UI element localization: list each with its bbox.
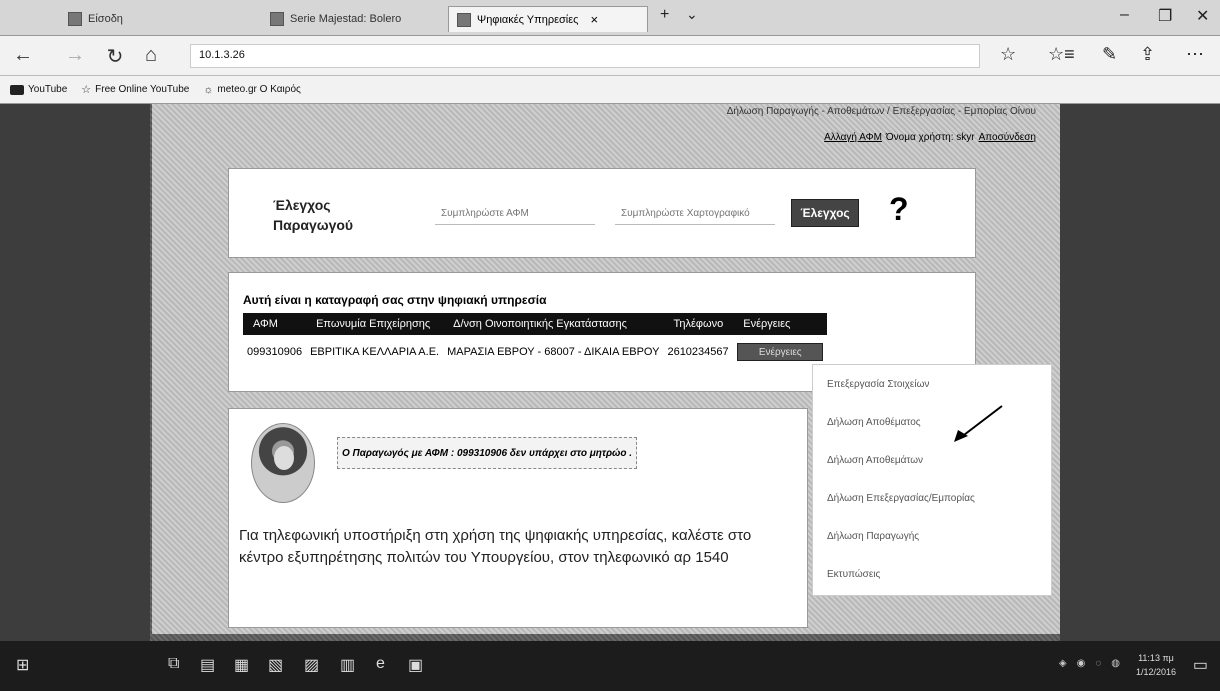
tab-serie-majestad[interactable]: Serie Majestad: Bolero (262, 6, 442, 32)
username-label: Όνομα χρήστη: skyr (885, 132, 975, 143)
column-header: Τηλέφωνο (663, 313, 734, 335)
more-icon[interactable]: ⋯ (1186, 44, 1204, 65)
tab-menu-chevron-icon[interactable]: ⌄ (686, 6, 698, 23)
forward-button[interactable]: → (62, 44, 88, 67)
actions-dropdown-menu: Επεξεργασία Στοιχείων Δήλωση Αποθέματος … (812, 364, 1052, 596)
user-bar: Αλλαγή ΑΦΜ Όνομα χρήστη: skyr Αποσύνδεση (824, 132, 1036, 143)
menu-item-stocks-declaration[interactable]: Δήλωση Αποθεμάτων (813, 441, 1051, 479)
favorite-page-icon: ☼ (203, 83, 214, 96)
favorite-page-icon: ☆ (81, 84, 92, 96)
registry-title: Αυτή είναι η καταγραφή σας στην ψηφιακή … (243, 293, 547, 307)
new-tab-button[interactable]: + (660, 6, 669, 24)
favorite-meteo[interactable]: ☼ meteo.gr Ο Καιρός (203, 84, 301, 96)
start-windows-icon[interactable]: ⊞ (16, 655, 29, 675)
home-button[interactable]: ⌂ (138, 44, 164, 67)
tab-favicon-icon (68, 12, 82, 26)
maximize-button[interactable]: ❐ (1158, 6, 1172, 26)
close-window-button[interactable]: ✕ (1196, 6, 1209, 26)
page-viewport: Δήλωση Παραγωγής - Αποθεμάτων / Επεξεργα… (0, 104, 1220, 641)
favorite-label: YouTube (28, 84, 68, 95)
taskbar-clock[interactable]: 11:13 πμ 1/12/2016 (1136, 651, 1176, 679)
calculator-icon[interactable]: ▥ (340, 655, 355, 675)
cell-afm: 099310906 (247, 346, 303, 358)
producer-check-title: Έλεγχος Παραγωγού (273, 197, 354, 233)
browser-tabstrip: Είσοδη Serie Majestad: Bolero Ψηφιακές Υ… (0, 0, 1220, 36)
volume-icon[interactable]: ◉ (1077, 658, 1086, 669)
cartographic-code-input[interactable] (615, 203, 775, 225)
tab-favicon-icon (270, 12, 284, 26)
top-menu-link[interactable]: Δήλωση Παραγωγής - Αποθεμάτων / Επεξεργα… (727, 106, 1036, 117)
notes-pen-icon[interactable]: ✎ (1102, 44, 1117, 65)
tab-favicon-icon (457, 12, 471, 27)
table-row: 099310906 ΕΒΡΙΤΙΚΑ ΚΕΛΛΑΡΙΑ Α.Ε. ΜΑΡΑΣΙΑ… (243, 335, 827, 369)
tray-app-icon[interactable]: ◍ (1111, 658, 1120, 669)
task-view-icon[interactable]: ⧉ (168, 655, 179, 673)
tab-close-icon[interactable]: × (590, 12, 598, 27)
favorite-star-icon[interactable]: ☆ (1000, 44, 1016, 65)
app-icon[interactable]: ▦ (234, 655, 249, 675)
column-header: Ενέργειες (733, 313, 828, 335)
page-right-margin (1060, 104, 1220, 641)
system-tray: ◈ ◉ ◌ ◍ (1059, 658, 1120, 669)
support-agent-avatar (251, 423, 315, 503)
page-content: Δήλωση Παραγωγής - Αποθεμάτων / Επεξεργα… (152, 104, 1060, 634)
action-center-icon[interactable]: ▭ (1193, 655, 1208, 675)
column-header: Επωνυμία Επιχείρησης (306, 313, 444, 335)
change-afm-link[interactable]: Αλλαγή ΑΦΜ (824, 132, 882, 143)
actions-dropdown-button[interactable]: Ενέργειες (737, 343, 824, 361)
producer-check-panel: Έλεγχος Παραγωγού Έλεγχος ? (228, 168, 976, 258)
windows-taskbar: ⊞ ⧉ ▤ ▦ ▧ ▨ ▥ e ▣ ◈ ◉ ◌ ◍ 11:13 πμ 1/12/… (0, 641, 1220, 691)
menu-item-edit-details[interactable]: Επεξεργασία Στοιχείων (813, 365, 1051, 403)
page-left-margin (0, 104, 150, 641)
favorite-label: Free Online YouTube (95, 84, 190, 95)
help-question-icon[interactable]: ? (889, 191, 909, 228)
support-info-text: Για τηλεφωνική υποστήριξη στη χρήση της … (239, 527, 752, 566)
menu-item-stock-declaration[interactable]: Δήλωση Αποθέματος (813, 403, 1051, 441)
favorites-bar: YouTube ☆ Free Online YouTube ☼ meteo.gr… (0, 76, 1220, 104)
file-explorer-icon[interactable]: ▤ (200, 655, 215, 675)
menu-item-prints[interactable]: Εκτυπώσεις (813, 555, 1051, 593)
table-header-row: ΑΦΜ Επωνυμία Επιχείρησης Δ/νση Οινοποιητ… (243, 313, 828, 335)
favorite-label: meteo.gr Ο Καιρός (217, 84, 301, 95)
clock-time: 11:13 πμ (1138, 653, 1174, 663)
info-panel: Ο Παραγωγός με ΑΦΜ : 099310906 δεν υπάρχ… (228, 408, 808, 628)
youtube-icon (10, 84, 24, 95)
menu-item-processing-declaration[interactable]: Δήλωση Επεξεργασίας/Εμπορίας (813, 479, 1051, 517)
address-bar: ← → ↻ ⌂ 10.1.3.26 ☆ ☆≡ ✎ ⇪ ⋯ (0, 36, 1220, 76)
app-icon[interactable]: ▧ (268, 655, 283, 675)
url-input[interactable]: 10.1.3.26 (190, 44, 980, 68)
menu-item-production-declaration[interactable]: Δήλωση Παραγωγής (813, 517, 1051, 555)
edge-browser-icon[interactable]: e (376, 655, 385, 673)
avatar-face (274, 446, 294, 470)
producer-not-found-message: Ο Παραγωγός με ΑΦΜ : 099310906 δεν υπάρχ… (337, 437, 637, 469)
clock-date: 1/12/2016 (1135, 667, 1176, 677)
refresh-button[interactable]: ↻ (102, 44, 128, 69)
cell-address: ΜΑΡΑΣΙΑ ΕΒΡΟΥ - 68007 - ΔΙΚΑΙΑ ΕΒΡΟΥ (447, 346, 660, 358)
tab-label: Serie Majestad: Bolero (290, 13, 402, 25)
registry-table: ΑΦΜ Επωνυμία Επιχείρησης Δ/νση Οινοποιητ… (243, 313, 828, 369)
app-icon[interactable]: ▨ (304, 655, 319, 675)
favorite-youtube[interactable]: YouTube (10, 84, 67, 95)
cell-company-name: ΕΒΡΙΤΙΚΑ ΚΕΛΛΑΡΙΑ Α.Ε. (310, 346, 440, 358)
check-button[interactable]: Έλεγχος (791, 199, 859, 227)
minimize-button[interactable]: – (1120, 6, 1129, 24)
network-icon[interactable]: ◈ (1059, 658, 1067, 669)
favorites-hub-icon[interactable]: ☆≡ (1048, 44, 1075, 65)
column-header: ΑΦΜ (243, 313, 307, 335)
column-header: Δ/νση Οινοποιητικής Εγκατάστασης (443, 313, 664, 335)
tab-eisodi[interactable]: Είσοδη (60, 6, 210, 32)
tab-label: Είσοδη (88, 13, 123, 25)
back-button[interactable]: ← (10, 44, 36, 67)
logout-link[interactable]: Αποσύνδεση (979, 132, 1036, 143)
afm-input[interactable] (435, 203, 595, 225)
tab-psifiakes-ypiresies[interactable]: Ψηφιακές Υπηρεσίες × (448, 6, 648, 32)
cell-phone: 2610234567 (667, 346, 729, 358)
annotation-arrow-icon (954, 405, 1003, 442)
app-icon[interactable]: ▣ (408, 655, 423, 675)
tab-label: Ψηφιακές Υπηρεσίες (477, 13, 579, 26)
favorite-free-online-youtube[interactable]: ☆ Free Online YouTube (81, 83, 189, 96)
tray-app-icon[interactable]: ◌ (1095, 658, 1101, 669)
share-icon[interactable]: ⇪ (1140, 44, 1155, 65)
